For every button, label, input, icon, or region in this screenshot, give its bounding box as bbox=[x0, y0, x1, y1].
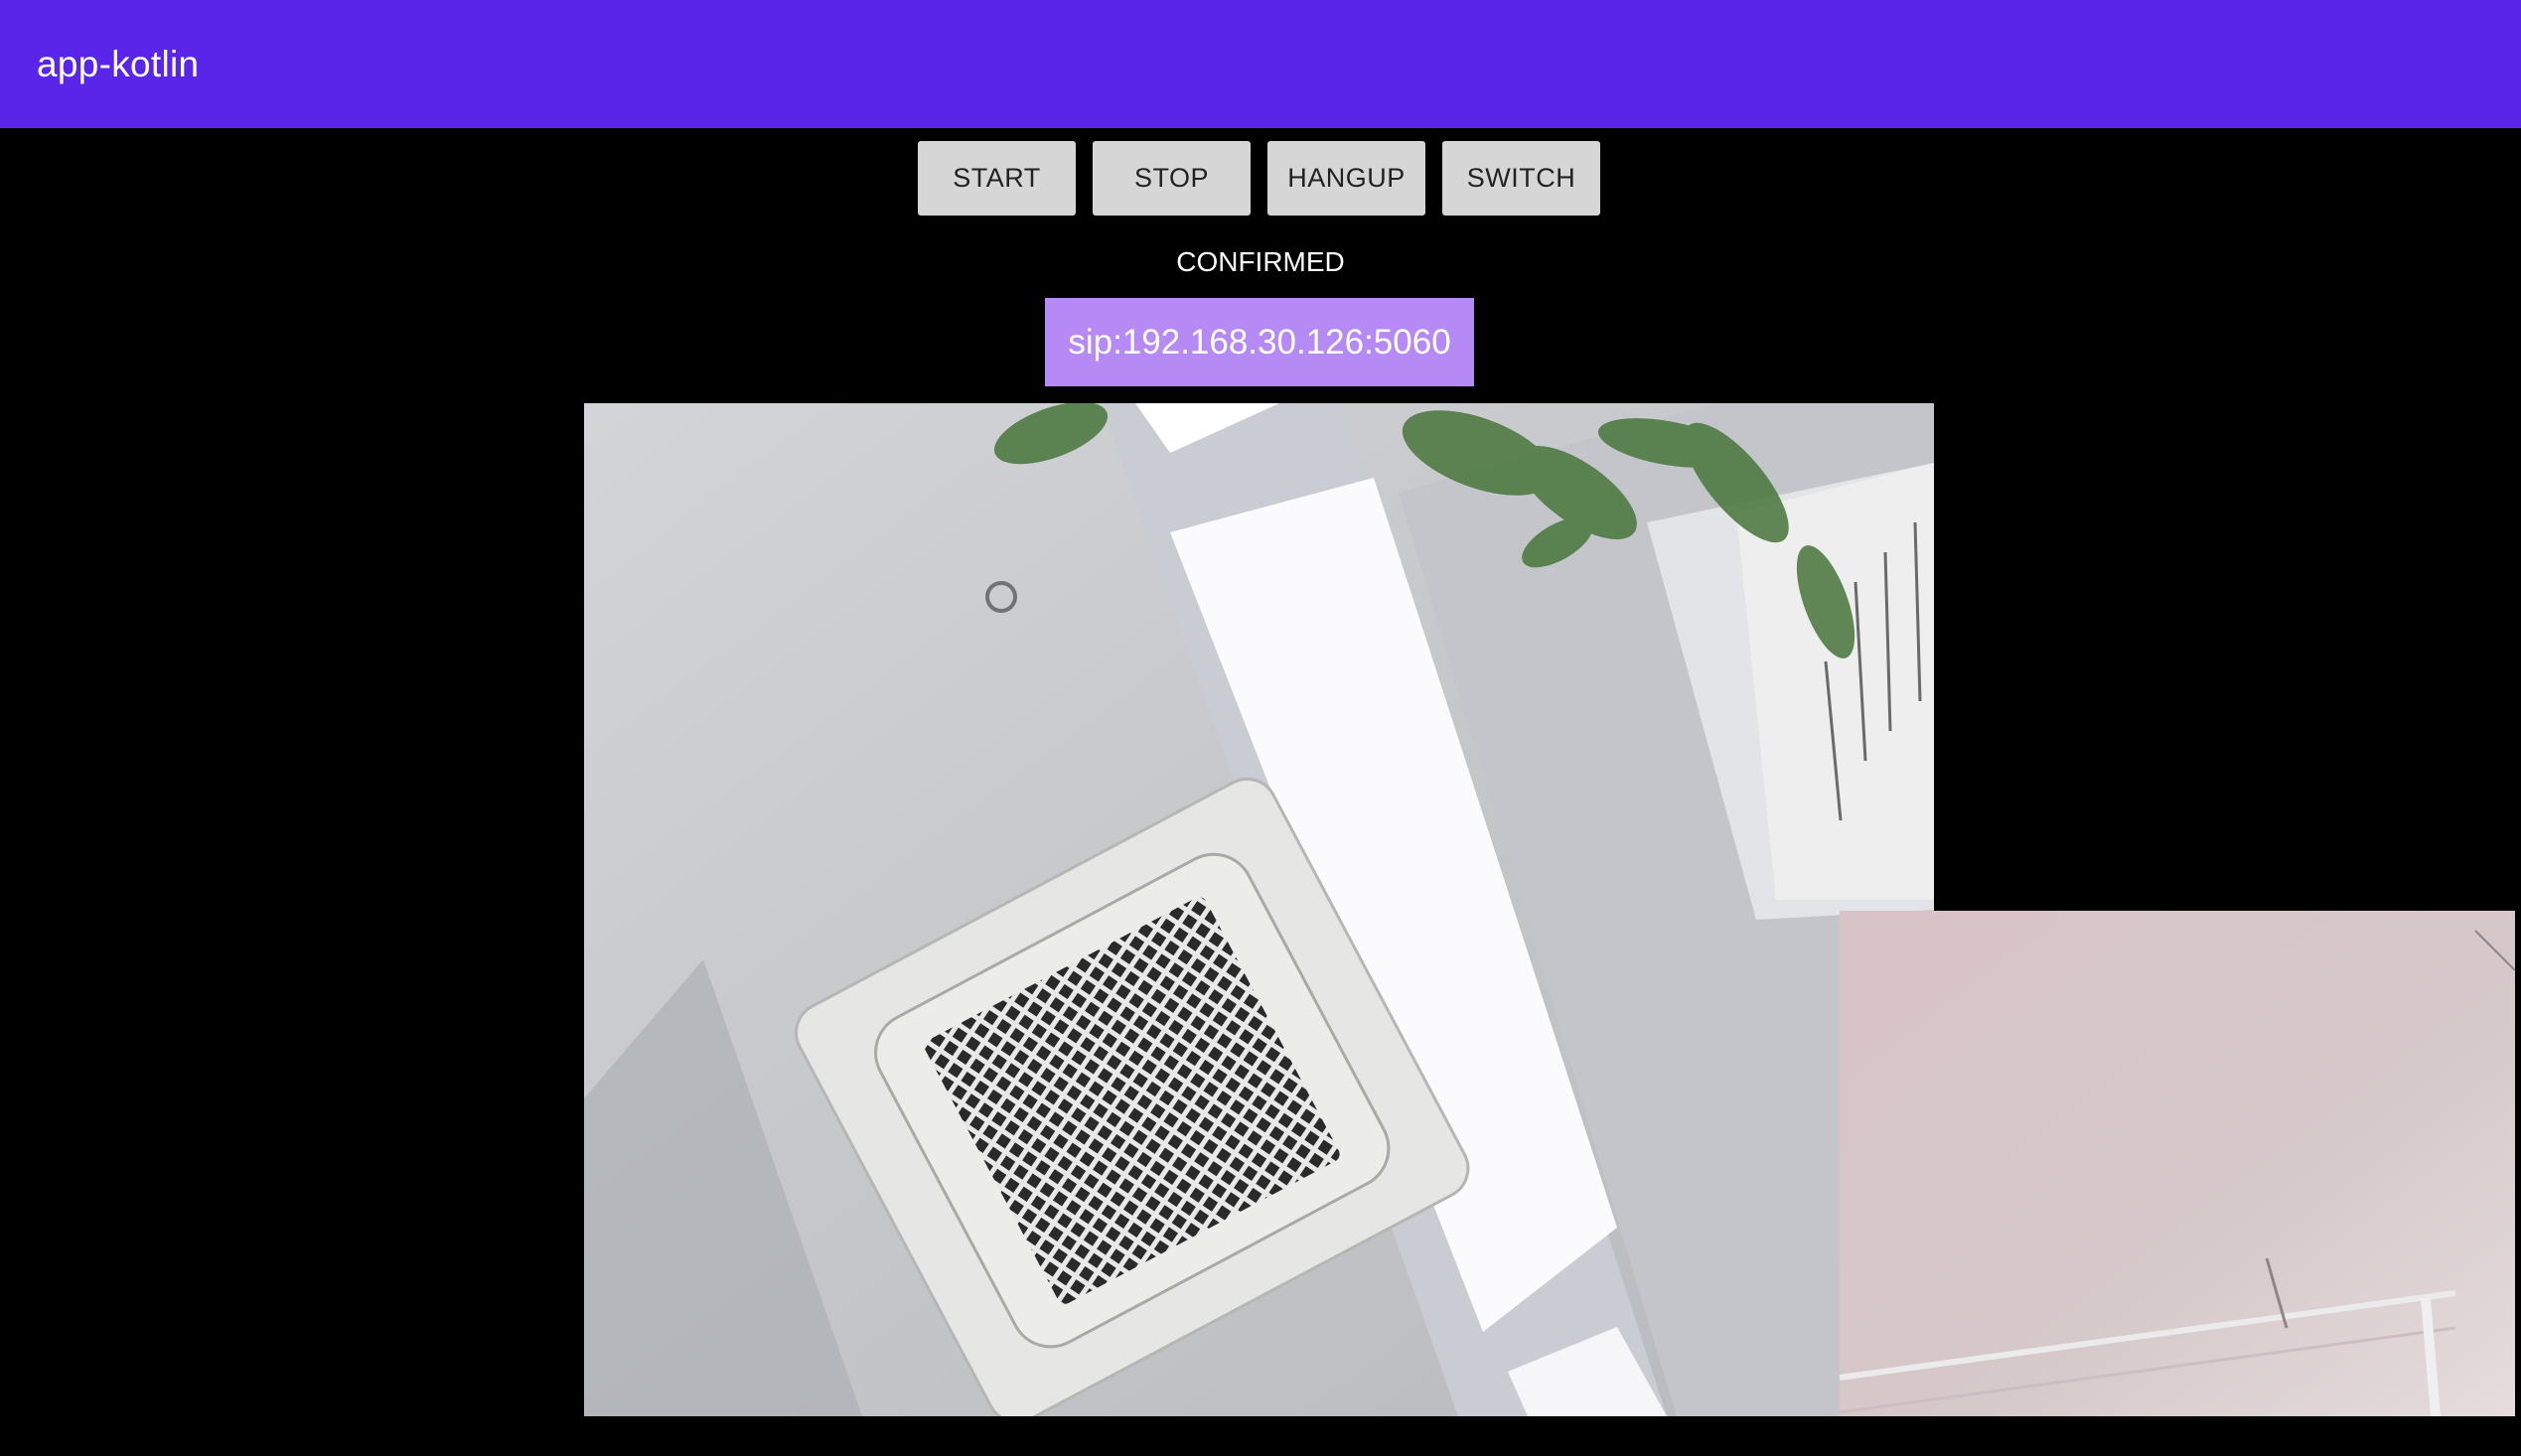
remote-video-frame bbox=[584, 403, 1934, 1416]
start-button[interactable]: START bbox=[918, 141, 1076, 216]
sip-address-input[interactable]: sip:192.168.30.126:5060 bbox=[1045, 298, 1474, 386]
remote-video-view bbox=[584, 403, 1934, 1416]
switch-button[interactable]: SWITCH bbox=[1442, 141, 1600, 216]
local-video-view bbox=[1840, 911, 2515, 1416]
local-video-frame bbox=[1840, 911, 2515, 1416]
hangup-button[interactable]: HANGUP bbox=[1267, 141, 1425, 216]
call-status: CONFIRMED bbox=[1176, 246, 1345, 277]
stop-button[interactable]: STOP bbox=[1093, 141, 1251, 216]
app-bar: app-kotlin bbox=[0, 0, 2521, 128]
app-root: app-kotlin START STOP HANGUP SWITCH CONF… bbox=[0, 0, 2521, 1456]
app-title: app-kotlin bbox=[37, 43, 200, 84]
